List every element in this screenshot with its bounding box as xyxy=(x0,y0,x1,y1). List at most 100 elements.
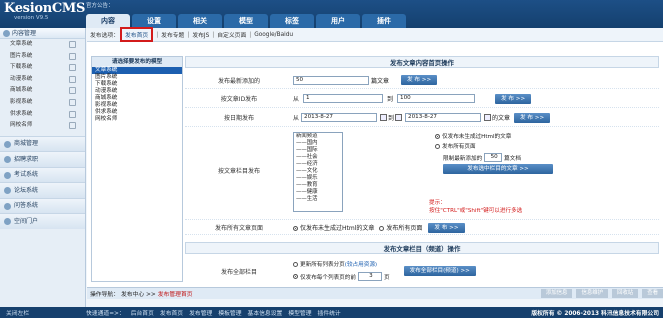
date-from-input[interactable]: 2013-8-27 xyxy=(301,113,378,122)
tab-model[interactable]: 模型 xyxy=(224,14,268,28)
first-pages-input[interactable]: 3 xyxy=(357,272,382,281)
form-title: 发布文章内容首页操作 xyxy=(185,56,659,68)
sidebar-section-exam[interactable]: 考试系统 xyxy=(0,166,85,183)
sidebar-item-school[interactable]: 网校名师 xyxy=(0,120,85,132)
radio-icon[interactable] xyxy=(293,226,298,231)
publish-selected-categories-button[interactable]: 发布选中栏目的文章 >> xyxy=(443,164,553,174)
option-all-every[interactable]: 发布所有页面 xyxy=(379,223,422,232)
option-publish-topic[interactable]: 发布专题 xyxy=(161,30,184,39)
calendar-icon[interactable] xyxy=(395,114,403,121)
footer: 关闭左栏 快速通道=>： 后台首页 发布首页 发布管理 模板管理 基本信息设置 … xyxy=(0,307,663,318)
row-all-categories: 发布全部栏目 更新所有列表分页(较占用资源) 仅发布每个列表页的前 3 页 发布全部… xyxy=(185,256,659,286)
option-all-unpublished[interactable]: 仅发布未生成过Html的文章 xyxy=(293,223,374,232)
sidebar-item-anime[interactable]: 动漫系统 xyxy=(0,74,85,86)
row-by-category: 按文章栏目发布 新闻频道 ——国内 ——国际 ——社会 ——经济 ——文化 ——娱乐 ——教育… xyxy=(185,128,659,220)
tab-related[interactable]: 相关 xyxy=(178,14,222,28)
sidebar-item-supply[interactable]: 供求系统 xyxy=(0,109,85,121)
edit-icon[interactable] xyxy=(69,64,76,72)
tab-settings[interactable]: 设置 xyxy=(132,14,176,28)
model-item[interactable]: 下载系统 xyxy=(92,81,182,88)
sidebar-item-download[interactable]: 下载系统 xyxy=(0,62,85,74)
edit-icon[interactable] xyxy=(69,87,76,95)
tab-tags[interactable]: 标签 xyxy=(270,14,314,28)
row-by-id: 按文章ID发布 从 1 到 100 发 布 >> xyxy=(185,90,659,108)
latest-count-input[interactable]: 50 xyxy=(293,75,369,85)
add-info-button[interactable]: 添加信息 xyxy=(540,289,573,298)
radio-icon[interactable] xyxy=(293,262,298,267)
quick-link[interactable]: 插件统计 xyxy=(318,308,341,317)
row-by-date: 按日期发布 从 2013-8-27 到 2013-8-27 的文章 发 布 >> xyxy=(185,109,659,127)
nav-publish-center[interactable]: 发布中心 >> xyxy=(121,289,156,298)
sidebar-section-forum[interactable]: 论坛系统 xyxy=(0,182,85,198)
calendar-icon[interactable] xyxy=(380,114,388,121)
sidebar-section-qa[interactable]: 问答系统 xyxy=(0,197,85,214)
edit-icon[interactable] xyxy=(69,41,76,48)
edit-icon[interactable] xyxy=(69,75,76,83)
sidebar-section-shop[interactable]: 商城管理 xyxy=(0,135,85,152)
model-item[interactable]: 网校名师 xyxy=(92,116,182,123)
sidebar-item-article[interactable]: 文章系统 xyxy=(0,39,85,51)
sidebar-section-jobs[interactable]: 招聘求职 xyxy=(0,151,85,167)
model-item[interactable]: 影视系统 xyxy=(92,102,182,109)
model-item[interactable]: 文章系统 xyxy=(92,67,182,74)
option-publish-js[interactable]: 发布JS xyxy=(192,30,209,39)
recycle-bin-button[interactable]: 回收站 xyxy=(612,289,639,298)
question-icon xyxy=(4,202,11,210)
publish-by-id-button[interactable]: 发 布 >> xyxy=(495,93,532,104)
logo: KesionCMS version V9.5 xyxy=(4,2,85,26)
option-unpublished[interactable]: 仅发布未生成过Html的文章 xyxy=(435,132,645,142)
quick-link[interactable]: 模型管理 xyxy=(288,308,311,317)
option-publish-home[interactable]: 发布首页 xyxy=(120,27,154,42)
quick-link[interactable]: 发布首页 xyxy=(160,308,183,317)
nav-current-page: 发布管理首页 xyxy=(157,292,193,298)
edit-icon[interactable] xyxy=(69,110,76,118)
sidebar-item-picture[interactable]: 图片系统 xyxy=(0,51,85,63)
copyright: 版权所有 © 2006-2013 科汛信息技术有限公司 xyxy=(531,311,659,317)
option-google-baidu[interactable]: Google/Baidu xyxy=(254,32,293,38)
option-custom-page[interactable]: 自定义页面 xyxy=(217,30,246,39)
option-all-pages[interactable]: 发布所有页面 xyxy=(435,142,645,152)
radio-icon[interactable] xyxy=(293,274,298,279)
tab-content[interactable]: 内容 xyxy=(86,14,130,28)
id-to-input[interactable]: 100 xyxy=(397,94,476,103)
publish-by-date-button[interactable]: 发 布 >> xyxy=(514,112,551,123)
quick-link[interactable]: 模板管理 xyxy=(218,308,241,317)
date-to-input[interactable]: 2013-8-27 xyxy=(405,113,482,122)
model-item[interactable]: 商城系统 xyxy=(92,95,182,102)
model-item[interactable]: 动漫系统 xyxy=(92,88,182,95)
sidebar-header[interactable]: 内容管理 xyxy=(0,28,85,39)
sidebar-item-video[interactable]: 影视系统 xyxy=(0,97,85,109)
tab-users[interactable]: 用户 xyxy=(316,14,360,28)
view-button[interactable]: 查看 xyxy=(642,289,663,298)
model-item[interactable]: 图片系统 xyxy=(92,74,182,81)
publish-all-categories-button[interactable]: 发布全部栏目(频道) >> xyxy=(403,266,476,276)
quick-link[interactable]: 基本信息设置 xyxy=(248,308,283,317)
radio-icon[interactable] xyxy=(379,226,385,231)
edit-icon[interactable] xyxy=(69,122,76,130)
limit-count-input[interactable]: 50 xyxy=(484,153,503,162)
category-select[interactable]: 新闻频道 ——国内 ——国际 ——社会 ——经济 ——文化 ——娱乐 ——教育 ——健康 ——生活 xyxy=(293,132,343,212)
top-bar: KesionCMS version V9.5 官方公告： 内容 设置 相关 模型… xyxy=(0,0,663,28)
sidebar-section-space[interactable]: 空间门户 xyxy=(0,213,85,229)
publish-form: 发布文章内容首页操作 发布最新添加的 50 篇文章 发 布 >> 按文章ID发布… xyxy=(185,56,659,286)
publish-latest-button[interactable]: 发 布 >> xyxy=(401,75,438,85)
quick-link[interactable]: 后台首页 xyxy=(131,308,154,317)
option-update-all-lists[interactable]: 更新所有列表分页(较占用资源) xyxy=(293,260,390,271)
sidebar-item-shop[interactable]: 商城系统 xyxy=(0,85,85,97)
model-item[interactable]: 供求系统 xyxy=(92,109,182,116)
quick-link[interactable]: 发布管理 xyxy=(189,308,212,317)
folder-icon xyxy=(3,29,10,37)
close-left-panel[interactable]: 关闭左栏 xyxy=(6,308,29,317)
publish-all-button[interactable]: 发 布 >> xyxy=(428,222,465,233)
home-icon xyxy=(4,218,11,225)
edit-icon[interactable] xyxy=(69,52,76,60)
id-from-input[interactable]: 1 xyxy=(303,94,384,103)
radio-icon[interactable] xyxy=(435,134,440,139)
radio-icon[interactable] xyxy=(435,144,440,149)
check-icon xyxy=(4,171,11,179)
calendar-icon[interactable] xyxy=(484,114,492,121)
maintain-info-button[interactable]: 信息维护 xyxy=(576,289,609,298)
tab-plugins[interactable]: 插件 xyxy=(362,14,406,28)
option-first-pages[interactable]: 仅发布每个列表页的前 3 页 xyxy=(293,271,390,282)
edit-icon[interactable] xyxy=(69,98,76,106)
